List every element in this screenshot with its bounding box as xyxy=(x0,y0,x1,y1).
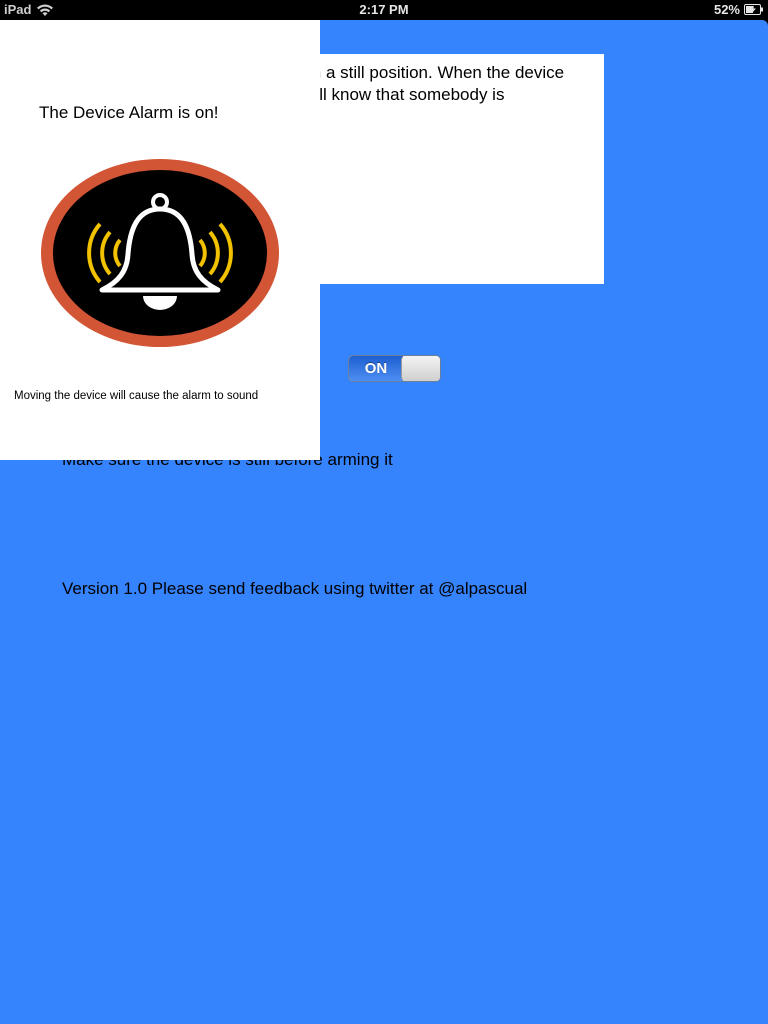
status-time: 2:17 PM xyxy=(359,2,409,17)
battery-percentage: 52% xyxy=(713,2,740,17)
alarm-bell-icon xyxy=(41,159,279,347)
popover-caption: Moving the device will cause the alarm t… xyxy=(14,390,259,402)
alarm-toggle-switch[interactable]: ON xyxy=(348,355,441,382)
switch-on-label: ON xyxy=(349,356,403,381)
popover-title: The Device Alarm is on! xyxy=(39,103,219,122)
switch-knob[interactable] xyxy=(401,356,440,381)
status-bar: iPad 2:17 PM 52% xyxy=(0,0,768,20)
battery-charging-icon xyxy=(744,4,763,15)
alarm-status-popover: The Device Alarm is on! Moving the devic… xyxy=(0,20,320,460)
version-info: Version 1.0 Please send feedback using t… xyxy=(62,579,528,598)
